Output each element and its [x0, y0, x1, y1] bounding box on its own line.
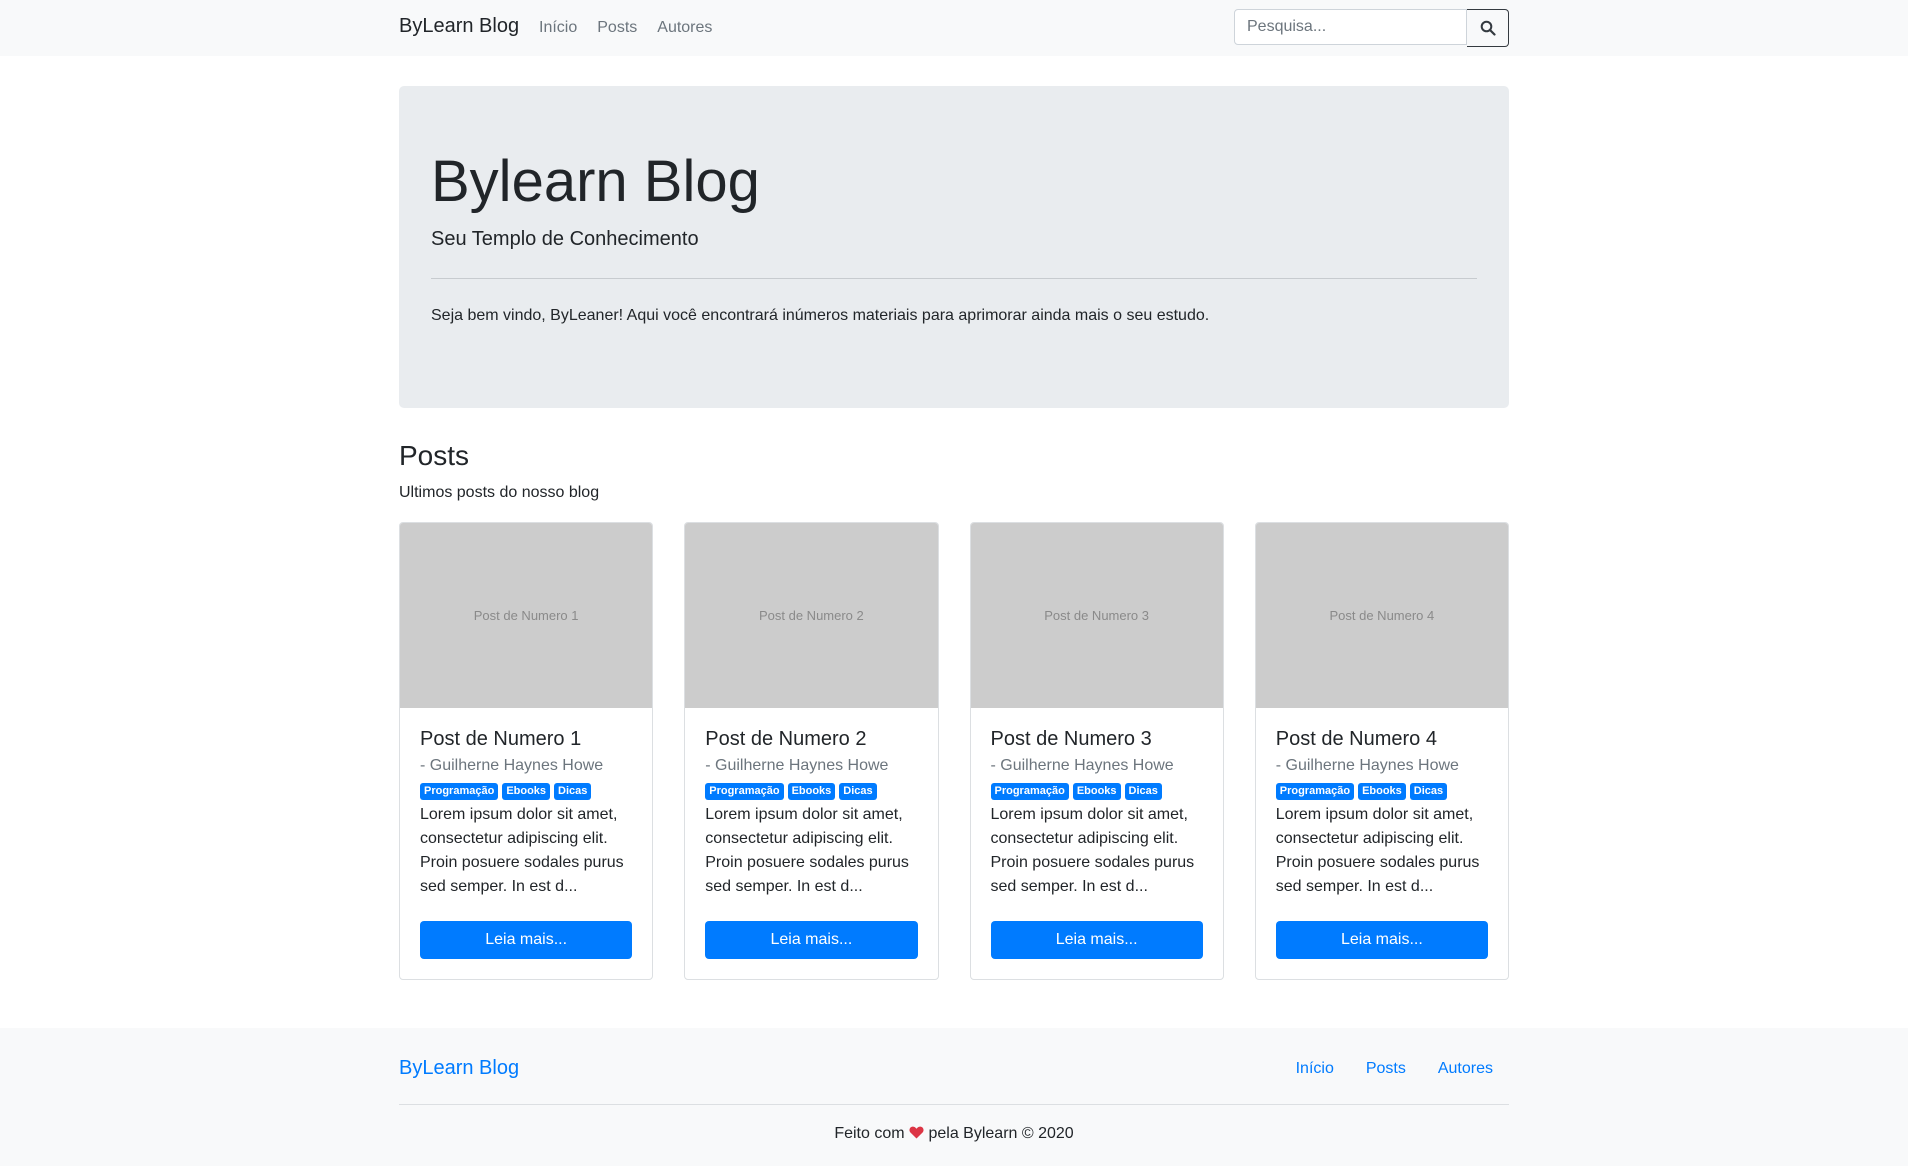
post-tags: Programação Ebooks Dicas	[705, 783, 917, 800]
main-content: Bylearn Blog Seu Templo de Conhecimento …	[399, 86, 1509, 980]
post-thumbnail[interactable]: Post de Numero 2	[685, 523, 938, 708]
post-excerpt: Lorem ipsum dolor sit amet, consectetur …	[990, 806, 1195, 895]
post-thumbnail[interactable]: Post de Numero 1	[400, 523, 653, 708]
footer-copyright: Feito com pela Bylearn © 2020	[399, 1125, 1509, 1143]
post-tags: Programação Ebooks Dicas	[1275, 783, 1488, 800]
post-card: Post de Numero 2 Post de Numero 2 - Guil…	[684, 522, 939, 980]
post-excerpt: Lorem ipsum dolor sit amet, consectetur …	[420, 806, 624, 895]
post-title: Post de Numero 2	[705, 728, 867, 750]
post-author: - Guilherne Haynes Howe	[705, 757, 889, 774]
navbar-links: Início Posts Autores	[539, 19, 712, 37]
tag-badge[interactable]: Dicas	[1409, 783, 1448, 800]
nav-link-autores[interactable]: Autores	[657, 19, 712, 37]
footer-links: Início Posts Autores	[1296, 1060, 1493, 1078]
footer-link-autores[interactable]: Autores	[1438, 1060, 1493, 1078]
post-excerpt: Lorem ipsum dolor sit amet, consectetur …	[1275, 806, 1480, 895]
tag-badge[interactable]: Programação	[420, 783, 499, 800]
heart-icon	[909, 1125, 924, 1143]
post-card: Post de Numero 4 Post de Numero 4 - Guil…	[1254, 522, 1509, 980]
tag-badge[interactable]: Ebooks	[502, 783, 551, 800]
tag-badge[interactable]: Dicas	[554, 783, 592, 800]
nav-link-inicio[interactable]: Início	[539, 19, 577, 37]
footer-brand[interactable]: ByLearn Blog	[399, 1057, 519, 1080]
post-author: - Guilherne Haynes Howe	[420, 757, 604, 774]
search-icon	[1480, 20, 1496, 36]
jumbotron-welcome-text: Seja bem vindo, ByLeaner! Aqui você enco…	[431, 307, 1210, 324]
top-navbar: ByLearn Blog Início Posts Autores	[0, 0, 1908, 56]
tag-badge[interactable]: Programação	[990, 783, 1069, 800]
post-cards: Post de Numero 1 Post de Numero 1 - Guil…	[399, 522, 1509, 980]
tag-badge[interactable]: Ebooks	[1358, 783, 1406, 800]
post-title: Post de Numero 4	[1275, 728, 1437, 750]
post-tags: Programação Ebooks Dicas	[420, 783, 632, 800]
tag-badge[interactable]: Programação	[705, 783, 784, 800]
post-excerpt: Lorem ipsum dolor sit amet, consectetur …	[705, 806, 909, 895]
search-button[interactable]	[1467, 9, 1509, 47]
post-title: Post de Numero 1	[420, 728, 582, 750]
post-title: Post de Numero 3	[990, 728, 1152, 750]
post-tags: Programação Ebooks Dicas	[990, 783, 1203, 800]
jumbotron-subtitle: Seu Templo de Conhecimento	[431, 228, 699, 250]
search-form	[1234, 9, 1509, 47]
footer: ByLearn Blog Início Posts Autores Feito …	[0, 1028, 1908, 1166]
tag-badge[interactable]: Programação	[1275, 783, 1355, 800]
footer-link-inicio[interactable]: Início	[1296, 1060, 1334, 1078]
footer-divider	[399, 1104, 1509, 1105]
posts-subtitle: Ultimos posts do nosso blog	[399, 484, 600, 501]
jumbotron: Bylearn Blog Seu Templo de Conhecimento …	[399, 86, 1509, 408]
footer-made-by: pela Bylearn © 2020	[928, 1125, 1074, 1142]
read-more-button[interactable]: Leia mais...	[420, 921, 633, 959]
post-thumbnail[interactable]: Post de Numero 3	[970, 523, 1223, 708]
jumbotron-divider	[431, 278, 1477, 279]
tag-badge[interactable]: Dicas	[839, 783, 877, 800]
post-thumbnail[interactable]: Post de Numero 4	[1255, 523, 1508, 708]
read-more-button[interactable]: Leia mais...	[990, 921, 1203, 959]
posts-title: Posts	[399, 440, 470, 471]
post-author: - Guilherne Haynes Howe	[990, 757, 1174, 774]
footer-made-with: Feito com	[834, 1125, 905, 1142]
search-input[interactable]	[1234, 9, 1467, 45]
posts-section-header: Posts Ultimos posts do nosso blog	[399, 440, 1509, 502]
jumbotron-title: Bylearn Blog	[431, 149, 760, 214]
nav-link-posts[interactable]: Posts	[597, 19, 637, 37]
navbar-brand[interactable]: ByLearn Blog	[399, 15, 519, 38]
tag-badge[interactable]: Ebooks	[1072, 783, 1121, 800]
read-more-button[interactable]: Leia mais...	[705, 921, 918, 959]
post-card: Post de Numero 3 Post de Numero 3 - Guil…	[969, 522, 1224, 980]
tag-badge[interactable]: Ebooks	[787, 783, 836, 800]
post-author: - Guilherne Haynes Howe	[1275, 757, 1459, 774]
tag-badge[interactable]: Dicas	[1124, 783, 1162, 800]
read-more-button[interactable]: Leia mais...	[1275, 921, 1488, 959]
post-card: Post de Numero 1 Post de Numero 1 - Guil…	[399, 522, 654, 980]
footer-link-posts[interactable]: Posts	[1366, 1060, 1406, 1078]
